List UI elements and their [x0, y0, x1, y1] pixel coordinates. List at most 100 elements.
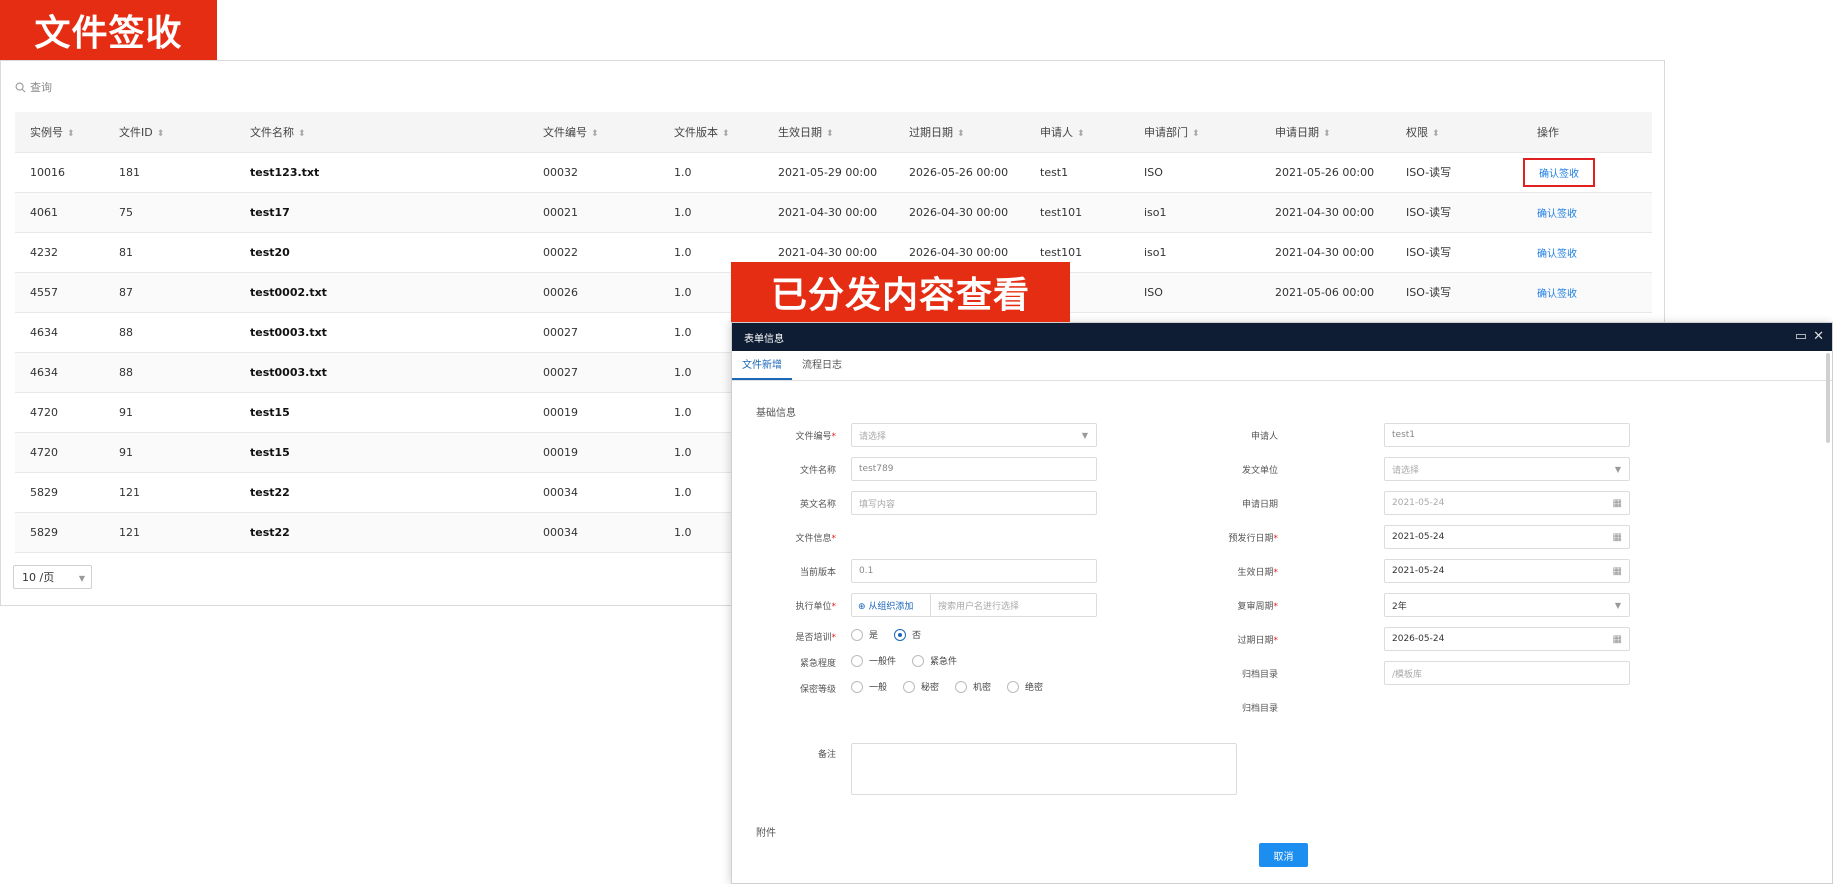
confirm-sign-link[interactable]: 确认签收	[1523, 157, 1595, 187]
file-name-text: test22	[250, 525, 290, 539]
col-header[interactable]: 过期日期 ⬍	[894, 112, 1025, 153]
close-icon[interactable]: ✕	[1813, 329, 1824, 344]
cell-text: 00021	[543, 205, 578, 219]
cell-text: 2021-05-29 00:00	[778, 165, 878, 179]
radio-urgency-normal[interactable]	[851, 654, 863, 667]
chevron-down-icon: ▼	[78, 574, 85, 583]
add-from-org-button[interactable]: ⊕ 从组织添加	[858, 599, 913, 612]
review-cycle-select[interactable]: 2年 ▼	[1384, 593, 1630, 617]
table-cell: ISO	[1129, 152, 1260, 193]
sort-icon[interactable]: ⬍	[157, 129, 165, 139]
cell-text: 121	[119, 525, 140, 539]
confirm-sign-link[interactable]: 确认签收	[1537, 285, 1577, 300]
table-cell: 2021-05-26 00:00	[1260, 152, 1391, 193]
secret-label: 保密等级	[799, 685, 836, 695]
version-label: 当前版本	[799, 568, 836, 578]
cell-text: 2021-04-30 00:00	[778, 245, 878, 259]
en-name-label: 英文名称	[799, 500, 836, 510]
table-cell: 确认签收	[1522, 272, 1652, 313]
cell-text: 121	[119, 485, 140, 499]
section-title: 基础信息	[756, 408, 796, 419]
form-dialog: 表单信息 ▭ ✕ 文件新增 流程日志 基础信息 文件编号* 请选择 ▼ 文件名称 …	[731, 322, 1833, 884]
col-header[interactable]: 申请人 ⬍	[1025, 112, 1129, 153]
confirm-sign-link[interactable]: 确认签收	[1537, 205, 1577, 220]
table-cell: 10016	[15, 152, 104, 193]
sort-icon[interactable]: ⬍	[1323, 129, 1331, 139]
radio-secret-normal[interactable]	[851, 680, 863, 693]
cell-text: 2021-05-26 00:00	[1275, 165, 1375, 179]
confirm-sign-link[interactable]: 确认签收	[1537, 245, 1577, 260]
archive-dir-input[interactable]: /模板库	[1384, 661, 1630, 685]
sort-icon[interactable]: ⬍	[1432, 129, 1440, 139]
cell-text: 2021-05-06 00:00	[1275, 285, 1375, 299]
cell-text: 2026-04-30 00:00	[909, 205, 1009, 219]
table-cell: 00034	[528, 512, 659, 553]
col-header[interactable]: 文件版本 ⬍	[659, 112, 763, 153]
sort-icon[interactable]: ⬍	[1192, 129, 1200, 139]
table-cell: 121	[104, 472, 235, 513]
radio-secret-secret[interactable]	[903, 680, 916, 693]
sort-icon[interactable]: ⬍	[826, 129, 834, 139]
cell-text: 00022	[543, 245, 578, 259]
sort-icon[interactable]: ⬍	[1077, 129, 1085, 139]
cell-text: 1.0	[674, 525, 692, 539]
tab-file-add[interactable]: 文件新增	[732, 351, 792, 380]
sort-icon[interactable]: ⬍	[298, 129, 306, 139]
expire-date-input[interactable]: 2026-05-24 ▦	[1384, 627, 1630, 651]
chevron-down-icon: ▼	[1081, 430, 1088, 440]
col-header[interactable]: 实例号 ⬍	[15, 112, 104, 153]
plan-date-input[interactable]: 2021-05-24 ▦	[1384, 525, 1630, 549]
radio-secret-top[interactable]	[1007, 680, 1020, 693]
apply-date-input[interactable]: 2021-05-24 ▦	[1384, 491, 1630, 515]
col-header[interactable]: 申请部门 ⬍	[1129, 112, 1260, 153]
cell-text: test101	[1040, 245, 1083, 259]
file-no-label: 文件编号*	[795, 432, 836, 442]
sort-icon[interactable]: ⬍	[957, 129, 965, 139]
cell-text: ISO-读写	[1406, 246, 1452, 259]
col-header[interactable]: 文件名称 ⬍	[235, 112, 528, 153]
applicant-input[interactable]: test1	[1384, 423, 1630, 447]
en-name-input[interactable]: 填写内容	[851, 491, 1097, 515]
radio-label: 机密	[973, 683, 992, 693]
cell-text: 1.0	[674, 325, 692, 339]
table-cell: ISO	[1129, 272, 1260, 313]
attachment-label: 附件	[756, 828, 776, 839]
table-cell: 00026	[528, 272, 659, 313]
remark-textarea[interactable]	[851, 743, 1237, 795]
cell-text: 87	[119, 285, 133, 299]
radio-urgency-urgent[interactable]	[912, 654, 925, 667]
col-header[interactable]: 文件ID ⬍	[104, 112, 235, 153]
table-cell: ISO-读写	[1391, 232, 1522, 273]
file-no-select[interactable]: 请选择 ▼	[851, 423, 1097, 447]
search-toggle[interactable]: 查询	[15, 79, 52, 95]
col-header[interactable]: 申请日期 ⬍	[1260, 112, 1391, 153]
cell-text: 00027	[543, 365, 578, 379]
secret-radio-group: 一般 秘密 机密 绝密	[851, 680, 1043, 693]
cell-text: 4634	[30, 325, 58, 339]
file-name-input[interactable]: test789	[851, 457, 1097, 481]
table-cell: 2021-05-29 00:00	[763, 152, 894, 193]
effective-date-input[interactable]: 2021-05-24 ▦	[1384, 559, 1630, 583]
maximize-icon[interactable]: ▭	[1795, 329, 1807, 344]
col-header[interactable]: 权限 ⬍	[1391, 112, 1522, 153]
sort-icon[interactable]: ⬍	[591, 129, 599, 139]
page-size-select[interactable]: 10 /页 ▼	[13, 565, 92, 589]
sort-icon[interactable]: ⬍	[722, 129, 730, 139]
col-header: 操作	[1522, 112, 1652, 153]
version-input[interactable]: 0.1	[851, 559, 1097, 583]
scrollbar[interactable]	[1826, 353, 1830, 443]
table-cell: 2021-04-30 00:00	[1260, 192, 1391, 233]
radio-training-yes[interactable]	[851, 628, 863, 641]
table-cell: 88	[104, 352, 235, 393]
tab-flow-log[interactable]: 流程日志	[792, 351, 852, 380]
table-cell: 1.0	[659, 192, 763, 233]
calendar-icon: ▦	[1612, 565, 1622, 577]
col-header[interactable]: 文件编号 ⬍	[528, 112, 659, 153]
exec-unit-search-input[interactable]: 搜索用户名进行选择	[938, 599, 1019, 612]
radio-training-no[interactable]	[894, 628, 907, 641]
cancel-button[interactable]: 取消	[1259, 843, 1308, 867]
col-header[interactable]: 生效日期 ⬍	[763, 112, 894, 153]
issuer-select[interactable]: 请选择 ▼	[1384, 457, 1630, 481]
sort-icon[interactable]: ⬍	[67, 129, 75, 139]
radio-secret-confidential[interactable]	[955, 680, 968, 693]
